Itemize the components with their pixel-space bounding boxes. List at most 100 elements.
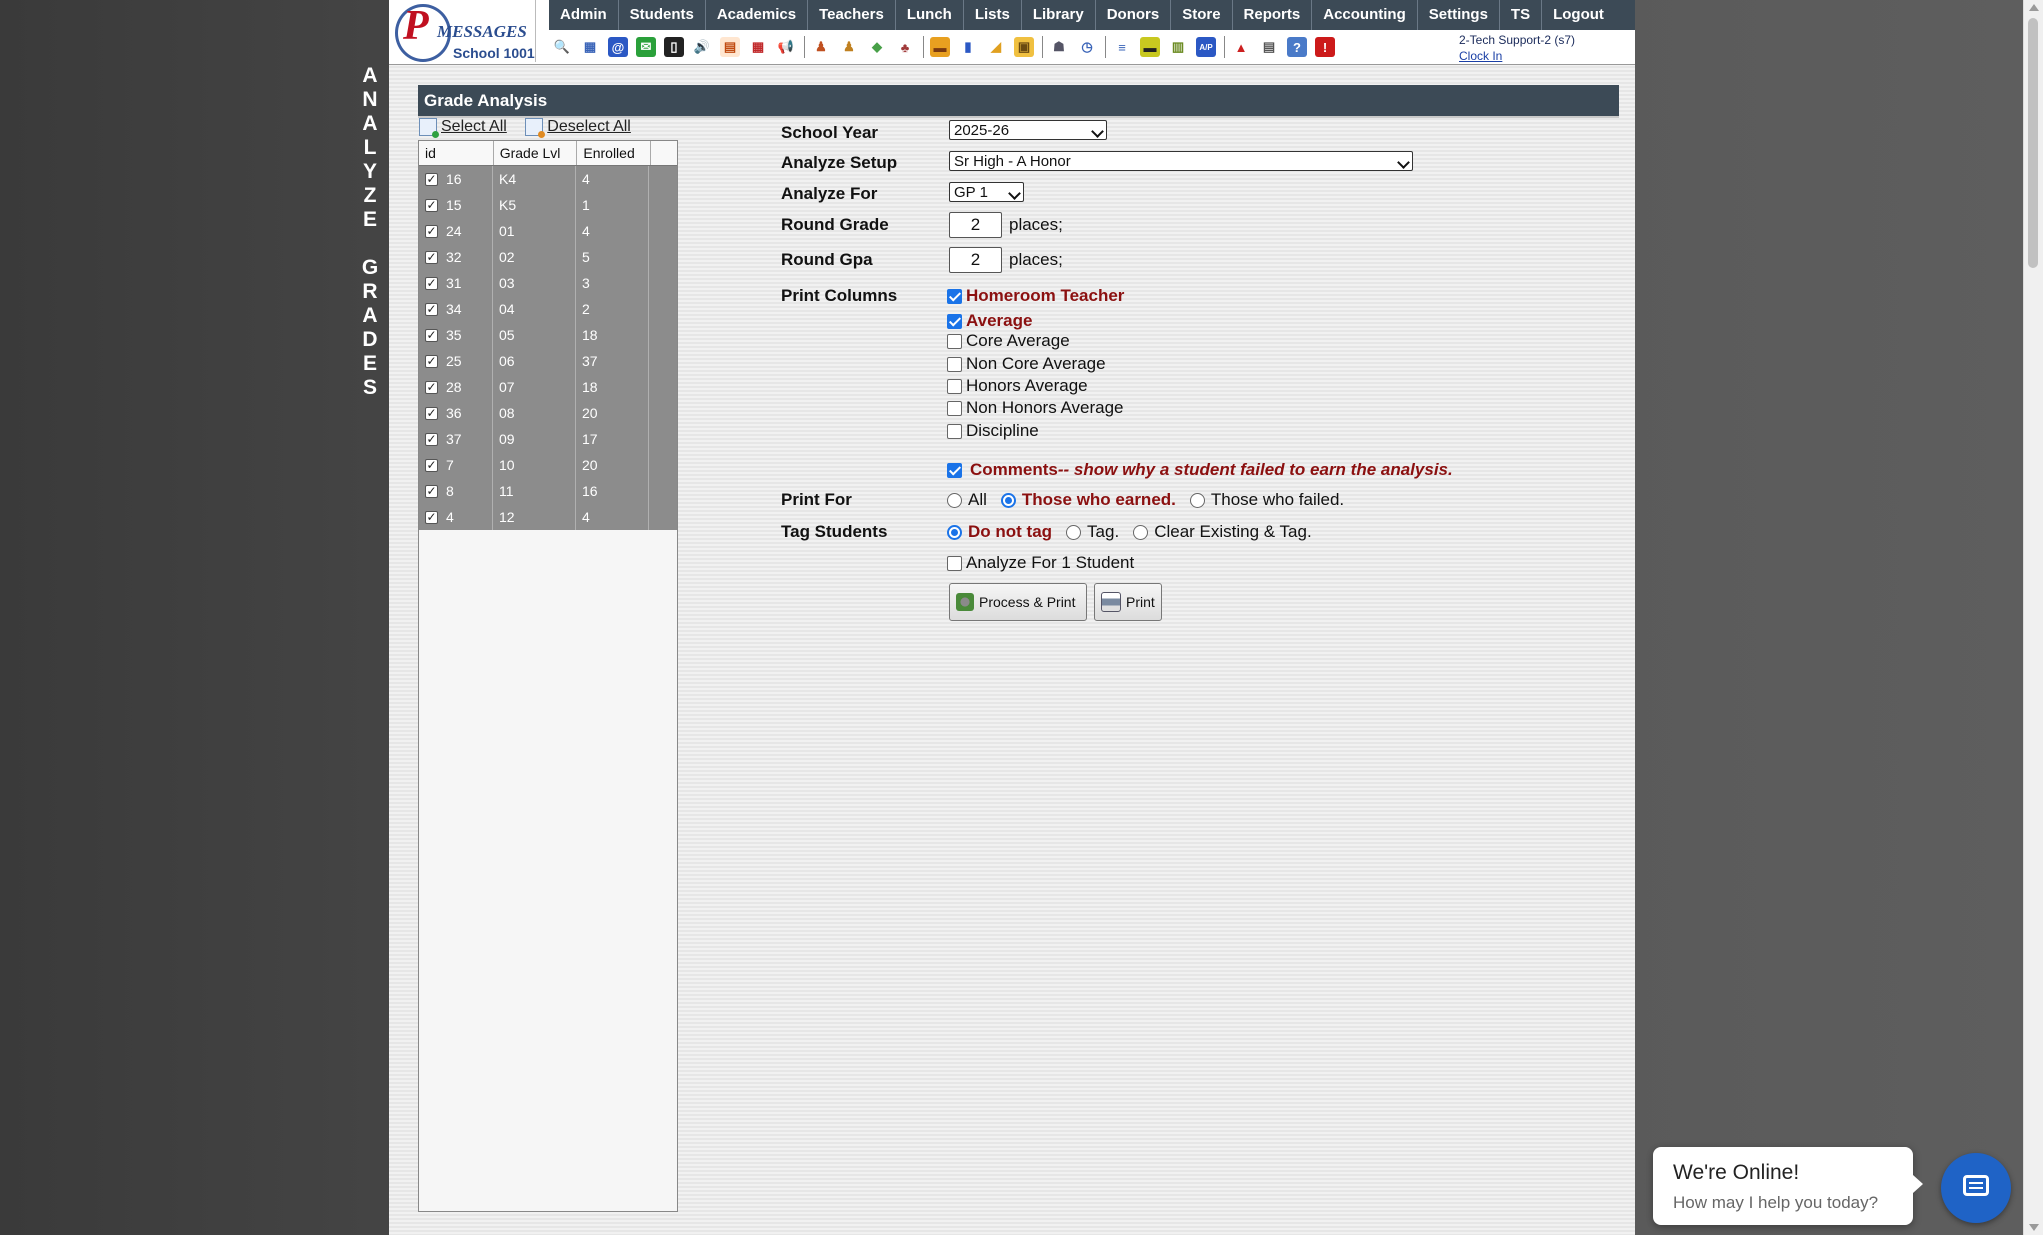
grade-row-checkbox[interactable]: ✓: [425, 198, 438, 212]
grade-row-checkbox[interactable]: ✓: [425, 510, 438, 524]
print-for-radio[interactable]: [947, 492, 962, 508]
student-icon[interactable]: ♟: [811, 37, 831, 57]
user-icon[interactable]: ☗: [1049, 37, 1069, 57]
analyze-one-student-row[interactable]: Analyze For 1 Student: [947, 553, 1134, 573]
grade-row-checkbox[interactable]: ✓: [425, 172, 438, 186]
list-icon[interactable]: ≡: [1112, 37, 1132, 57]
print-for-option[interactable]: Those who earned.: [1000, 490, 1176, 510]
print-column-checkbox[interactable]: [947, 378, 962, 394]
grade-row-checkbox[interactable]: ✓: [425, 224, 438, 238]
table-row[interactable]: ✓ 24 01 4: [419, 218, 677, 244]
table-row[interactable]: ✓ 34 04 2: [419, 296, 677, 322]
scroll-thumb[interactable]: [2028, 18, 2038, 268]
megaphone-icon[interactable]: 📢: [776, 37, 796, 57]
menu-item-donors[interactable]: Donors: [1096, 0, 1172, 30]
lunch-icon[interactable]: ▬: [930, 37, 950, 57]
speaker-icon[interactable]: 🔊: [692, 37, 712, 57]
grade-row-checkbox[interactable]: ✓: [425, 458, 438, 472]
search-icon[interactable]: 🔍: [552, 37, 572, 57]
tag-students-radio[interactable]: [1066, 524, 1082, 540]
analyze-one-student-checkbox[interactable]: [947, 555, 962, 571]
menu-item-academics[interactable]: Academics: [706, 0, 809, 30]
analyze-for-select[interactable]: GP 1: [949, 182, 1024, 202]
chat-launcher-button[interactable]: [1941, 1153, 2011, 1223]
store-icon[interactable]: ▣: [1014, 37, 1034, 57]
money-icon[interactable]: ◆: [867, 37, 887, 57]
print-column-checkbox[interactable]: [947, 333, 962, 349]
clock-in-link[interactable]: Clock In: [1459, 48, 1575, 64]
comments-checkbox[interactable]: [947, 462, 962, 478]
school-year-select[interactable]: 2025-26: [949, 120, 1107, 140]
print-column-row[interactable]: Non Core Average: [947, 354, 1106, 374]
menu-item-teachers[interactable]: Teachers: [808, 0, 896, 30]
grade-row-checkbox[interactable]: ✓: [425, 484, 438, 498]
menu-item-admin[interactable]: Admin: [549, 0, 619, 30]
form-icon[interactable]: ▤: [720, 37, 740, 57]
menu-item-ts[interactable]: TS: [1500, 0, 1543, 30]
grade-row-checkbox[interactable]: ✓: [425, 276, 438, 290]
stack-icon[interactable]: ▤: [1259, 37, 1279, 57]
tag-students-radio[interactable]: [947, 524, 962, 540]
email-icon[interactable]: @: [608, 37, 628, 57]
scroll-down-arrow[interactable]: [2029, 1224, 2039, 1231]
menu-item-library[interactable]: Library: [1022, 0, 1096, 30]
table-row[interactable]: ✓ 35 05 18: [419, 322, 677, 348]
chat-bubble[interactable]: We're Online! How may I help you today?: [1653, 1147, 1923, 1225]
print-column-checkbox[interactable]: [947, 313, 962, 329]
grade-row-checkbox[interactable]: ✓: [425, 406, 438, 420]
print-column-row[interactable]: Homeroom Teacher: [947, 286, 1124, 306]
round-grade-input[interactable]: 2: [949, 212, 1002, 238]
card-icon[interactable]: ▬: [1140, 37, 1160, 57]
page-scrollbar[interactable]: [2023, 0, 2043, 1235]
menu-item-settings[interactable]: Settings: [1418, 0, 1500, 30]
menu-item-students[interactable]: Students: [619, 0, 706, 30]
print-column-row[interactable]: Average: [947, 311, 1032, 331]
calendar-icon[interactable]: ▦: [748, 37, 768, 57]
menu-item-store[interactable]: Store: [1171, 0, 1233, 30]
print-for-radio[interactable]: [1189, 492, 1205, 508]
tag-students-option[interactable]: Clear Existing & Tag.: [1133, 522, 1312, 542]
table-row[interactable]: ✓ 7 10 20: [419, 452, 677, 478]
table-row[interactable]: ✓ 8 11 16: [419, 478, 677, 504]
help-icon[interactable]: ?: [1287, 37, 1307, 57]
print-column-checkbox[interactable]: [947, 356, 962, 372]
group-icon[interactable]: ♣: [895, 37, 915, 57]
table-row[interactable]: ✓ 28 07 18: [419, 374, 677, 400]
analyze-setup-select[interactable]: Sr High - A Honor: [949, 151, 1413, 171]
table-row[interactable]: ✓ 31 03 3: [419, 270, 677, 296]
table-row[interactable]: ✓ 25 06 37: [419, 348, 677, 374]
pdf-icon[interactable]: ▲: [1231, 37, 1251, 57]
deselect-all-link[interactable]: Deselect All: [525, 118, 631, 138]
book-icon[interactable]: ▮: [958, 37, 978, 57]
tag-students-option[interactable]: Do not tag: [947, 522, 1052, 542]
donate-icon[interactable]: ◢: [986, 37, 1006, 57]
round-gpa-input[interactable]: 2: [949, 247, 1002, 273]
grade-row-checkbox[interactable]: ✓: [425, 432, 438, 446]
grade-row-checkbox[interactable]: ✓: [425, 250, 438, 264]
teacher-icon[interactable]: ♟: [839, 37, 859, 57]
ap-icon[interactable]: A/P: [1196, 37, 1216, 57]
table-row[interactable]: ✓ 4 12 4: [419, 504, 677, 530]
menu-item-reports[interactable]: Reports: [1233, 0, 1313, 30]
comments-checkbox-row[interactable]: Comments -- show why a student failed to …: [947, 460, 1453, 480]
select-all-link[interactable]: Select All: [419, 118, 507, 138]
clock-icon[interactable]: ◷: [1077, 37, 1097, 57]
process-print-button[interactable]: Process & Print: [949, 583, 1087, 621]
table-icon[interactable]: ▦: [580, 37, 600, 57]
table-row[interactable]: ✓ 37 09 17: [419, 426, 677, 452]
print-for-option[interactable]: Those who failed.: [1189, 490, 1344, 510]
power-icon[interactable]: !: [1315, 37, 1335, 57]
print-column-row[interactable]: Core Average: [947, 331, 1070, 351]
table-row[interactable]: ✓ 32 02 5: [419, 244, 677, 270]
print-button[interactable]: Print: [1094, 583, 1162, 621]
print-for-option[interactable]: All: [947, 490, 987, 510]
tag-students-radio[interactable]: [1133, 524, 1149, 540]
print-column-row[interactable]: Honors Average: [947, 376, 1088, 396]
grade-row-checkbox[interactable]: ✓: [425, 302, 438, 316]
scroll-up-arrow[interactable]: [2029, 4, 2039, 11]
table-row[interactable]: ✓ 36 08 20: [419, 400, 677, 426]
tag-students-option[interactable]: Tag.: [1066, 522, 1119, 542]
table-row[interactable]: ✓ 16 K4 4: [419, 166, 677, 192]
menu-item-lunch[interactable]: Lunch: [896, 0, 964, 30]
print-column-checkbox[interactable]: [947, 288, 962, 304]
